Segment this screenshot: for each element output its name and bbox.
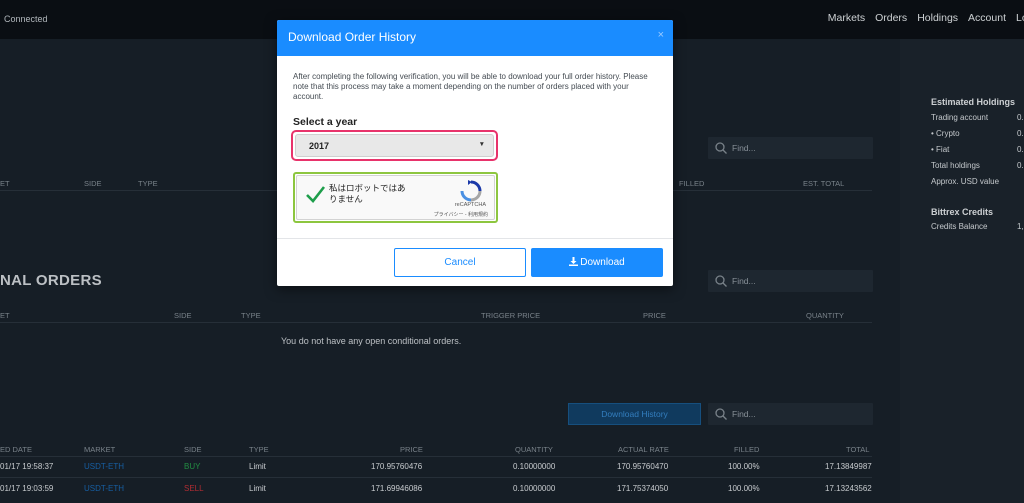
divider <box>277 238 673 239</box>
captcha-label: 私はロボットではありません <box>329 183 406 204</box>
modal-description: After completing the following verificat… <box>293 72 648 101</box>
recaptcha-logo-icon <box>460 180 482 202</box>
download-icon <box>569 257 579 266</box>
select-year-label: Select a year <box>293 116 358 128</box>
cancel-button[interactable]: Cancel <box>394 248 526 277</box>
download-button[interactable]: Download <box>531 248 663 277</box>
year-select[interactable]: 2017 ▼ <box>295 134 494 157</box>
modal-header: Download Order History × <box>277 20 673 56</box>
modal-title: Download Order History <box>288 30 417 44</box>
close-icon[interactable]: × <box>658 29 664 41</box>
download-order-history-modal: Download Order History × After completin… <box>277 20 673 286</box>
chevron-down-icon: ▼ <box>478 141 485 148</box>
recaptcha-brand: reCAPTCHA <box>454 202 486 208</box>
download-button-label: Download <box>580 257 625 268</box>
recaptcha-widget[interactable]: 私はロボットではありません reCAPTCHA プライバシー - 利用規約 <box>296 175 495 220</box>
checkmark-icon[interactable] <box>304 183 326 205</box>
year-select-value: 2017 <box>309 141 330 151</box>
recaptcha-links[interactable]: プライバシー - 利用規約 <box>434 211 488 218</box>
